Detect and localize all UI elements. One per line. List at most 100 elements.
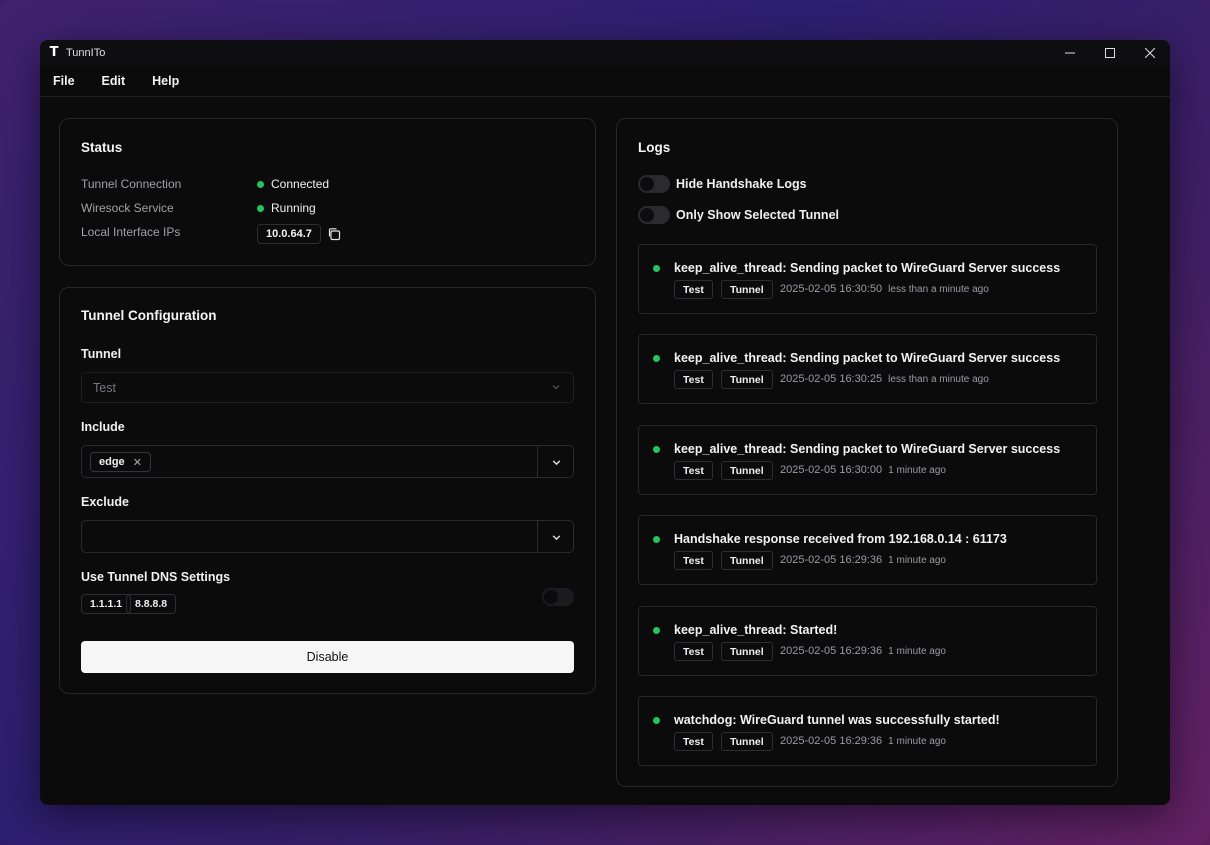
log-relative-time: less than a minute ago [888, 374, 989, 385]
tunnel-connection-value: Connected [257, 177, 329, 191]
hide-handshake-toggle[interactable] [638, 175, 670, 193]
log-datetime: 2025-02-05 16:29:36 [780, 735, 883, 747]
remove-tag-icon[interactable]: ✕ [133, 456, 142, 469]
minimize-icon [1065, 52, 1075, 53]
menu-file[interactable]: File [53, 74, 75, 88]
log-datetime: 2025-02-05 16:30:00 [780, 464, 883, 476]
log-tunnel-tag: Test [674, 280, 713, 299]
log-message: keep_alive_thread: Sending packet to Wir… [674, 351, 1061, 365]
hide-handshake-label: Hide Handshake Logs [676, 177, 807, 191]
dns-label: Use Tunnel DNS Settings [81, 570, 231, 584]
only-selected-toggle[interactable] [638, 206, 670, 224]
dns-toggle[interactable] [542, 588, 574, 606]
log-message: keep_alive_thread: Started! [674, 623, 838, 637]
include-tag: edge ✕ [90, 452, 151, 472]
log-entry: keep_alive_thread: Sending packet to Wir… [638, 244, 1097, 314]
maximize-icon [1105, 47, 1115, 58]
desktop-background: T TunnITo File Edit Help Status Tunnel C… [0, 0, 1210, 845]
toggle-knob [640, 208, 654, 222]
maximize-button[interactable] [1090, 40, 1130, 65]
close-button[interactable] [1130, 40, 1170, 65]
chevron-down-icon[interactable] [551, 457, 562, 468]
chevron-down-icon[interactable] [551, 532, 562, 543]
log-message: keep_alive_thread: Sending packet to Wir… [674, 261, 1061, 275]
log-status-icon [653, 627, 660, 634]
logs-title: Logs [638, 140, 671, 155]
log-message: watchdog: WireGuard tunnel was successfu… [674, 713, 1000, 727]
menu-help[interactable]: Help [152, 74, 179, 88]
log-type-tag: Tunnel [721, 551, 773, 570]
dns-server-chip: 8.8.8.8 [126, 594, 177, 614]
log-entry: Handshake response received from 192.168… [638, 515, 1097, 585]
window-title: TunnITo [66, 46, 106, 59]
log-status-icon [653, 265, 660, 272]
log-relative-time: 1 minute ago [888, 465, 946, 476]
include-select[interactable]: edge ✕ [81, 445, 574, 478]
log-tunnel-tag: Test [674, 642, 713, 661]
log-status-icon [653, 536, 660, 543]
dns-server-chip: 1.1.1.1 [81, 594, 132, 614]
log-entry: keep_alive_thread: Sending packet to Wir… [638, 334, 1097, 404]
log-tunnel-tag: Test [674, 551, 713, 570]
tunnel-select-value: Test [93, 380, 116, 395]
log-relative-time: 1 minute ago [888, 736, 946, 747]
menu-edit[interactable]: Edit [102, 74, 126, 88]
log-type-tag: Tunnel [721, 642, 773, 661]
tunnel-config-card: Tunnel Configuration Tunnel Test Include… [59, 287, 596, 694]
log-type-tag: Tunnel [721, 461, 773, 480]
wiresock-service-label: Wiresock Service [81, 201, 174, 215]
log-tunnel-tag: Test [674, 732, 713, 751]
toggle-knob [544, 590, 558, 604]
toggle-knob [640, 177, 654, 191]
select-divider [537, 446, 538, 477]
menu-bar: File Edit Help [40, 65, 1170, 97]
config-title: Tunnel Configuration [81, 308, 217, 323]
log-relative-time: less than a minute ago [888, 284, 989, 295]
include-tag-label: edge [99, 456, 125, 468]
log-datetime: 2025-02-05 16:29:36 [780, 645, 883, 657]
log-datetime: 2025-02-05 16:30:50 [780, 283, 883, 295]
log-timestamp: 2025-02-05 16:30:25 less than a minute ag… [780, 373, 989, 385]
copy-icon[interactable] [327, 227, 341, 241]
window-controls [1050, 40, 1170, 65]
logs-card: Logs Hide Handshake Logs Only Show Selec… [616, 118, 1118, 787]
log-timestamp: 2025-02-05 16:30:00 1 minute ago [780, 464, 946, 476]
log-timestamp: 2025-02-05 16:29:36 1 minute ago [780, 645, 946, 657]
log-datetime: 2025-02-05 16:29:36 [780, 554, 883, 566]
tunnel-select[interactable]: Test [81, 372, 574, 403]
log-entry: keep_alive_thread: Started! Test Tunnel … [638, 606, 1097, 676]
only-selected-label: Only Show Selected Tunnel [676, 208, 839, 222]
log-type-tag: Tunnel [721, 280, 773, 299]
app-window: T TunnITo File Edit Help Status Tunnel C… [40, 40, 1170, 805]
log-status-icon [653, 355, 660, 362]
include-label: Include [81, 420, 125, 434]
tunnel-label: Tunnel [81, 347, 122, 361]
wiresock-service-text: Running [271, 201, 316, 215]
log-type-tag: Tunnel [721, 732, 773, 751]
log-status-icon [653, 446, 660, 453]
log-timestamp: 2025-02-05 16:29:36 1 minute ago [780, 554, 946, 566]
disable-button[interactable]: Disable [81, 641, 574, 673]
tunnel-connection-label: Tunnel Connection [81, 177, 182, 191]
log-type-tag: Tunnel [721, 370, 773, 389]
log-entry: keep_alive_thread: Sending packet to Wir… [638, 425, 1097, 495]
log-entry: watchdog: WireGuard tunnel was successfu… [638, 696, 1097, 766]
select-divider [537, 521, 538, 552]
log-timestamp: 2025-02-05 16:30:50 less than a minute ag… [780, 283, 989, 295]
log-datetime: 2025-02-05 16:30:25 [780, 373, 883, 385]
local-ip-chip: 10.0.64.7 [257, 224, 321, 244]
status-indicator-icon [257, 204, 264, 212]
chevron-down-icon [552, 385, 560, 390]
status-card: Status Tunnel Connection Connected Wires… [59, 118, 596, 266]
status-indicator-icon [257, 180, 264, 188]
close-icon [1145, 47, 1155, 58]
log-relative-time: 1 minute ago [888, 555, 946, 566]
log-message: keep_alive_thread: Sending packet to Wir… [674, 442, 1061, 456]
log-status-icon [653, 717, 660, 724]
title-bar: T TunnITo [40, 40, 1170, 65]
app-logo-icon: T [49, 45, 59, 60]
exclude-select[interactable] [81, 520, 574, 553]
minimize-button[interactable] [1050, 40, 1090, 65]
log-relative-time: 1 minute ago [888, 646, 946, 657]
tunnel-connection-text: Connected [271, 177, 330, 191]
